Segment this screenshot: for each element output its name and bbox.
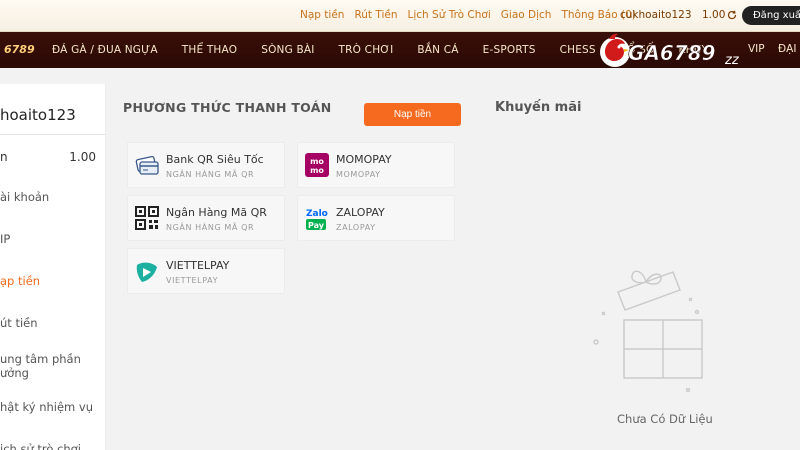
logo-suffix: zz xyxy=(724,53,740,68)
momo-icon-top: mo xyxy=(310,157,324,166)
momo-icon: mo mo xyxy=(305,153,329,177)
payment-method-sub: VIETTELPAY xyxy=(166,276,219,285)
sidebar-item-vip[interactable]: IP xyxy=(0,232,10,246)
sidebar-item-game-history[interactable]: ịch sử trò chơi xyxy=(0,442,81,450)
payment-method-sub: ZALOPAY xyxy=(336,223,376,232)
payment-method-sub: MOMOPAY xyxy=(336,170,381,179)
sidebar-balance-label: n xyxy=(0,150,8,164)
rooster-icon xyxy=(600,33,630,67)
top-link-withdraw[interactable]: Rút Tiền xyxy=(354,9,397,21)
page: Nạp tiền Rút Tiền Lịch Sử Trò Chơi Giao … xyxy=(0,0,800,450)
nav-item-vip[interactable]: VIP xyxy=(748,43,765,55)
top-links: Nạp tiền Rút Tiền Lịch Sử Trò Chơi Giao … xyxy=(300,9,636,21)
zalopay-icon-bottom: Pay xyxy=(308,221,325,230)
promotions-title: Khuyến mãi xyxy=(495,100,582,115)
payment-method-viettelpay[interactable]: VIETTELPAY VIETTELPAY xyxy=(127,248,285,294)
payment-method-zalopay[interactable]: Zalo Pay ZALOPAY ZALOPAY xyxy=(297,195,455,241)
ga6789-logo: GA6789 zz xyxy=(600,33,740,68)
logo-text: GA6789 xyxy=(628,41,716,65)
nav-item-fishing[interactable]: BẮN CÁ xyxy=(405,44,470,56)
bank-card-icon xyxy=(135,155,159,175)
sidebar-item-deposit[interactable]: ạp tiền xyxy=(0,274,40,288)
nav-item-casino[interactable]: SÒNG BÀI xyxy=(249,44,326,56)
payment-method-name: Bank QR Siêu Tốc xyxy=(166,153,264,166)
nav-item-games[interactable]: TRÒ CHƠI xyxy=(327,44,406,56)
brand-fragment[interactable]: 6789 xyxy=(4,43,35,56)
payment-method-sub: NGÂN HÀNG MÃ QR xyxy=(166,170,255,179)
sidebar-item-mission-log[interactable]: hật ký nhiệm vụ xyxy=(0,400,93,414)
payment-methods-title: PHƯƠNG THỨC THANH TOÁN xyxy=(123,100,332,115)
empty-state-text: Chưa Có Dữ Liệu xyxy=(617,412,713,426)
payment-method-momo[interactable]: mo mo MOMOPAY MOMOPAY xyxy=(297,142,455,188)
top-link-deposit[interactable]: Nạp tiền xyxy=(300,9,344,21)
zalopay-icon: Zalo Pay xyxy=(306,209,328,230)
top-link-transactions[interactable]: Giao Dịch xyxy=(501,9,552,21)
top-username[interactable]: cukhoaito123 xyxy=(620,9,692,21)
top-bar: Nạp tiền Rút Tiền Lịch Sử Trò Chơi Giao … xyxy=(0,0,800,32)
top-link-game-history[interactable]: Lịch Sử Trò Chơi xyxy=(408,9,491,21)
payment-method-name: Ngân Hàng Mã QR xyxy=(166,206,267,219)
empty-gift-box-icon xyxy=(593,270,703,392)
sidebar-balance-value: 1.00 xyxy=(69,150,96,164)
payment-method-name: VIETTELPAY xyxy=(166,259,230,272)
nav-item-agent[interactable]: ĐẠI xyxy=(778,43,796,55)
payment-method-qr-bank[interactable]: Ngân Hàng Mã QR NGÂN HÀNG MÃ QR xyxy=(127,195,285,241)
sidebar-item-withdraw[interactable]: út tiền xyxy=(0,316,38,330)
payment-method-bank-qr[interactable]: Bank QR Siêu Tốc NGÂN HÀNG MÃ QR xyxy=(127,142,285,188)
top-balance: 1.00 xyxy=(702,9,737,21)
sidebar-divider xyxy=(0,134,106,135)
refresh-icon[interactable] xyxy=(727,10,737,20)
account-sidebar: hoaito123 n 1.00 ài khoản IP ạp tiền út … xyxy=(0,84,106,450)
nav-item-sports[interactable]: THỂ THAO xyxy=(170,44,249,56)
nav-item-esports[interactable]: E-SPORTS xyxy=(471,44,548,56)
sidebar-balance-row: n 1.00 xyxy=(0,150,100,164)
nav-item-cockfight[interactable]: ĐÁ GÀ / ĐUA NGỰA xyxy=(40,44,170,56)
sidebar-item-rewards-center[interactable]: ung tâm phần ưởng xyxy=(0,352,81,380)
viettelpay-icon xyxy=(136,262,157,282)
logout-button[interactable]: Đăng xuấ xyxy=(742,6,800,25)
zalopay-icon-top: Zalo xyxy=(306,209,328,219)
sidebar-username: hoaito123 xyxy=(0,106,76,124)
momo-icon-bottom: mo xyxy=(310,166,324,175)
top-balance-value: 1.00 xyxy=(702,9,726,21)
qr-code-icon xyxy=(135,206,159,230)
payment-method-name: ZALOPAY xyxy=(336,206,385,219)
payment-method-name: MOMOPAY xyxy=(336,153,392,166)
sidebar-item-account[interactable]: ài khoản xyxy=(0,190,49,204)
deposit-button[interactable]: Nạp tiền xyxy=(364,103,461,126)
payment-method-sub: NGÂN HÀNG MÃ QR xyxy=(166,223,255,232)
